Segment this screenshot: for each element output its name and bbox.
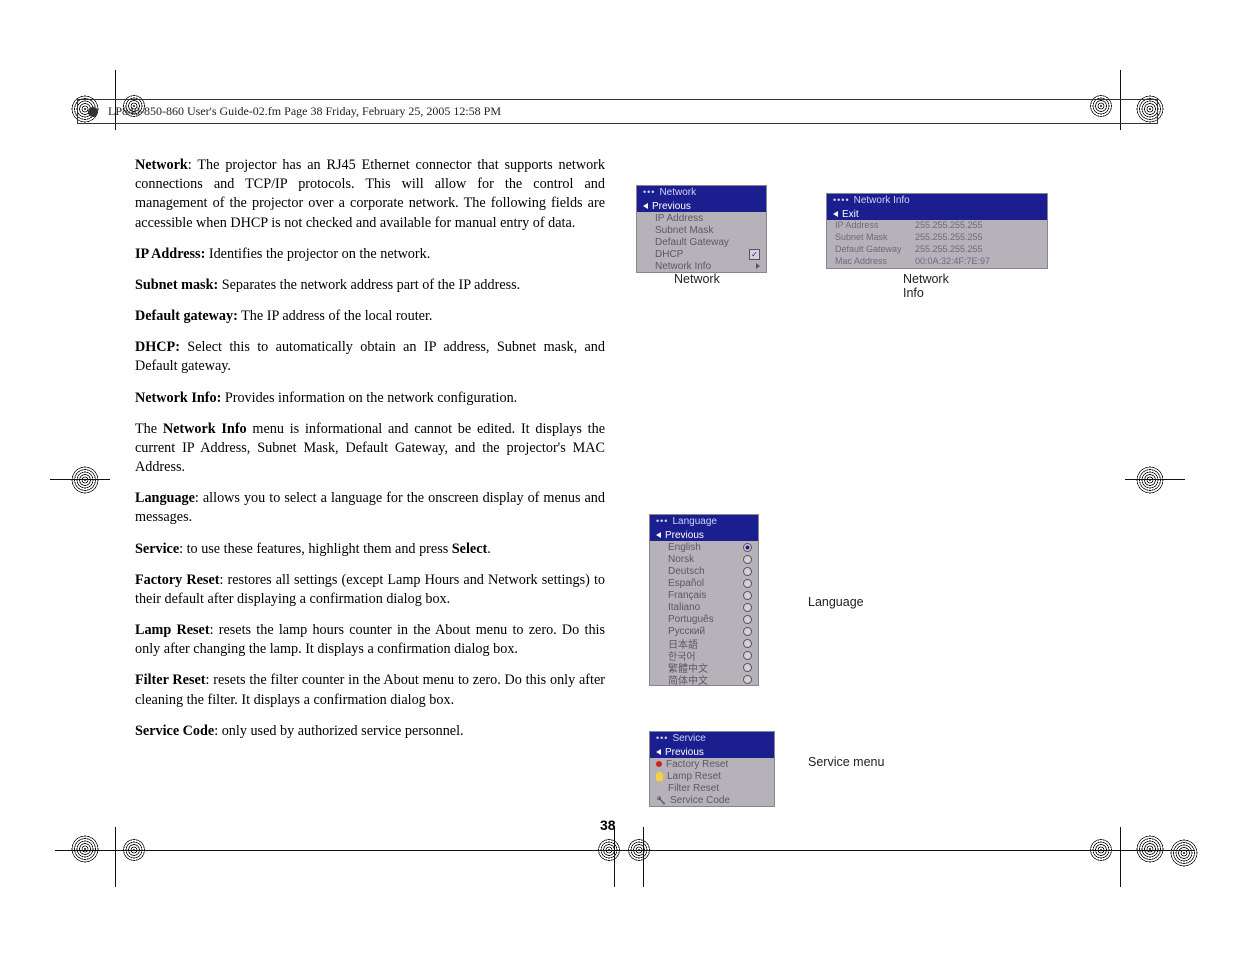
osd-network-info: Network Info Exit IP Address255.255.255.… [826,193,1048,269]
dots-icon [643,187,655,198]
dots-icon [656,516,668,527]
crop-line [115,827,116,887]
dot-icon [656,761,662,767]
osd-item-subnet[interactable]: Subnet Mask [637,224,766,236]
osd-item-lamp-reset[interactable]: Lamp Reset [650,770,774,782]
crop-mark-icon [71,466,99,494]
osd-lang-item[interactable]: 日本語 [650,637,758,649]
crop-mark-icon [1136,835,1164,863]
crop-mark-icon [1170,839,1198,867]
arrow-right-icon [756,263,760,269]
osd-info-row: IP Address255.255.255.255 [827,220,1047,232]
crop-line [50,479,110,480]
osd-title: Network [637,186,766,200]
crop-mark-icon [1136,466,1164,494]
osd-language: Language Previous English Norsk Deutsch … [649,514,759,686]
osd-lang-item[interactable]: Norsk [650,553,758,565]
osd-item-previous[interactable]: Previous [637,200,766,212]
caption-language: Language [808,595,864,609]
caption-service: Service menu [808,755,884,769]
osd-title: Language [650,515,758,529]
radio-icon[interactable] [743,567,752,576]
radio-icon[interactable] [743,675,752,684]
header-text: LP840-850-860 User's Guide-02.fm Page 38… [108,104,501,119]
arrow-left-icon [656,749,661,755]
radio-icon[interactable] [743,627,752,636]
osd-lang-item[interactable]: English [650,541,758,553]
body-text: Network: The projector has an RJ45 Ether… [135,156,605,753]
crop-line [55,850,1195,851]
radio-icon[interactable] [743,543,752,552]
osd-item-exit[interactable]: Exit [827,208,1047,220]
radio-icon[interactable] [743,663,752,672]
radio-icon[interactable] [743,639,752,648]
osd-lang-item[interactable]: Português [650,613,758,625]
arrow-left-icon [833,211,838,217]
page-number: 38 [600,817,616,833]
osd-item-ip[interactable]: IP Address [637,212,766,224]
osd-item-previous[interactable]: Previous [650,746,774,758]
osd-item-netinfo[interactable]: Network Info [637,260,766,272]
crop-line [643,827,644,887]
crop-line [1120,827,1121,887]
osd-item-factory-reset[interactable]: Factory Reset [650,758,774,770]
crop-line [1125,479,1185,480]
osd-lang-item[interactable]: Italiano [650,601,758,613]
osd-item-previous[interactable]: Previous [650,529,758,541]
dots-icon [656,733,668,744]
radio-icon[interactable] [743,555,752,564]
osd-item-gateway[interactable]: Default Gateway [637,236,766,248]
osd-lang-item[interactable]: 简体中文 [650,673,758,685]
osd-title: Service [650,732,774,746]
osd-lang-item[interactable]: Español [650,577,758,589]
osd-title: Network Info [827,194,1047,208]
caption-network: Network [674,272,720,286]
caption-network-info: Network Info [903,272,963,300]
radio-icon[interactable] [743,591,752,600]
crop-mark-icon [71,835,99,863]
osd-lang-item[interactable]: Deutsch [650,565,758,577]
page-header: LP840-850-860 User's Guide-02.fm Page 38… [77,99,1158,124]
dots-icon [833,195,850,206]
osd-network: Network Previous IP Address Subnet Mask … [636,185,767,273]
osd-info-row: Default Gateway255.255.255.255 [827,244,1047,256]
osd-item-dhcp[interactable]: DHCP✓ [637,248,766,260]
osd-info-row: Mac Address00:0A:32:4F:7E:97 [827,256,1047,268]
wrench-icon [656,795,666,806]
osd-lang-item[interactable]: Русский [650,625,758,637]
osd-info-row: Subnet Mask255.255.255.255 [827,232,1047,244]
arrow-left-icon [643,203,648,209]
radio-icon[interactable] [743,603,752,612]
osd-item-service-code[interactable]: Service Code [650,794,774,806]
checkbox-icon[interactable]: ✓ [749,249,760,260]
arrow-left-icon [656,532,661,538]
document-icon [86,105,100,119]
osd-item-filter-reset[interactable]: Filter Reset [650,782,774,794]
crop-line [614,827,615,887]
radio-icon[interactable] [743,615,752,624]
osd-lang-item[interactable]: Français [650,589,758,601]
radio-icon[interactable] [743,579,752,588]
bulb-icon [656,772,663,781]
radio-icon[interactable] [743,651,752,660]
osd-service: Service Previous Factory Reset Lamp Rese… [649,731,775,807]
